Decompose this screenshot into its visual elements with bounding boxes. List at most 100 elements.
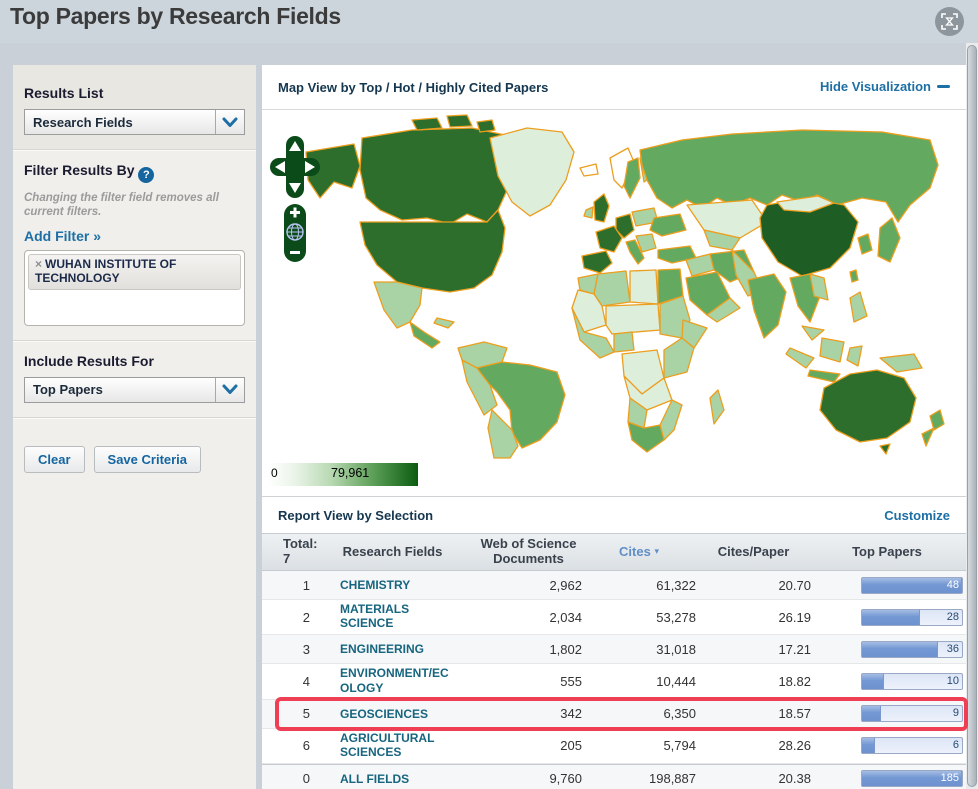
- map-country[interactable]: [659, 399, 683, 441]
- map-country[interactable]: [409, 321, 441, 349]
- map-country[interactable]: [629, 269, 659, 305]
- map-country[interactable]: [819, 337, 845, 363]
- column-header-wos-documents: Web of Science Documents: [480, 536, 577, 566]
- map-country[interactable]: [489, 127, 575, 217]
- criteria-buttons-section: Clear Save Criteria: [13, 416, 256, 487]
- cites-per-paper-cell: 18.57: [778, 706, 811, 722]
- cites-per-paper-cell: 28.26: [778, 738, 811, 754]
- zoom-in-icon[interactable]: [293, 207, 297, 218]
- map-country[interactable]: [627, 421, 665, 453]
- map-country[interactable]: [649, 213, 687, 237]
- map-country[interactable]: [807, 369, 841, 383]
- wos-documents-cell: 2,962: [549, 577, 582, 593]
- top-papers-value: 10: [946, 675, 959, 688]
- top-papers-bar[interactable]: 10: [861, 673, 963, 691]
- map-country[interactable]: [849, 291, 868, 323]
- filter-tag[interactable]: × WUHAN INSTITUTE OF TECHNOLOGY: [28, 253, 241, 291]
- top-papers-bar-fill: [862, 674, 884, 690]
- map-country[interactable]: [359, 209, 506, 293]
- map-country[interactable]: [846, 345, 863, 367]
- top-papers-bar[interactable]: 48: [861, 576, 963, 594]
- top-papers-bar[interactable]: 36: [861, 640, 963, 658]
- wos-documents-cell: 555: [560, 674, 582, 690]
- map-country[interactable]: [857, 233, 873, 255]
- map-country[interactable]: [433, 317, 455, 329]
- map-country[interactable]: [686, 199, 768, 239]
- research-field-link[interactable]: ENGINEERING: [340, 642, 424, 656]
- map-country[interactable]: [593, 193, 610, 223]
- page-scrollbar[interactable]: [966, 43, 978, 789]
- fit-to-screen-button[interactable]: [935, 7, 964, 36]
- wos-documents-cell: 1,802: [549, 641, 582, 657]
- top-papers-value: 185: [940, 772, 959, 785]
- map-country[interactable]: [373, 281, 423, 329]
- map-country[interactable]: [613, 331, 635, 353]
- top-papers-bar[interactable]: 6: [861, 737, 963, 755]
- map-country[interactable]: [411, 117, 443, 131]
- research-field-link[interactable]: ENVIRONMENT/ECOLOGY: [340, 666, 452, 695]
- map-country[interactable]: [879, 353, 923, 373]
- hide-visualization-link[interactable]: Hide Visualization: [820, 79, 931, 94]
- rank-cell: 1: [302, 577, 310, 593]
- map-country[interactable]: [747, 273, 787, 339]
- include-results-selected: Top Papers: [33, 382, 103, 398]
- map-country[interactable]: [709, 389, 725, 425]
- map-country[interactable]: [446, 114, 473, 128]
- research-field-link[interactable]: GEOSCIENCES: [340, 707, 428, 721]
- minus-icon[interactable]: [937, 85, 950, 88]
- filter-results-label-text: Filter Results By: [24, 162, 135, 178]
- scrollbar-thumb[interactable]: [967, 45, 977, 787]
- chevron-down-icon[interactable]: [215, 377, 244, 402]
- map-country[interactable]: [581, 250, 613, 274]
- top-papers-bar-fill: [862, 609, 920, 625]
- remove-filter-icon[interactable]: ×: [35, 257, 42, 271]
- help-icon[interactable]: ?: [138, 167, 155, 183]
- research-field-link[interactable]: ALL FIELDS: [340, 772, 409, 786]
- zoom-out-icon[interactable]: [290, 251, 300, 254]
- map-country[interactable]: [877, 217, 901, 263]
- filter-results-label: Filter Results By ?: [24, 162, 245, 183]
- sort-desc-icon: ▾: [654, 545, 659, 556]
- top-papers-bar[interactable]: 28: [861, 608, 963, 626]
- cites-cell: 5,794: [663, 738, 696, 754]
- map-country[interactable]: [801, 325, 825, 341]
- map-country[interactable]: [579, 163, 599, 177]
- top-papers-bar-fill: [862, 706, 881, 722]
- cites-cell: 61,322: [656, 577, 696, 593]
- add-filter-link[interactable]: Add Filter »: [24, 228, 101, 244]
- map-color-scale: 0 79,961: [268, 463, 418, 486]
- table-row: 3 ENGINEERING 1,802 31,018 17.21 36: [262, 635, 966, 665]
- top-papers-bar[interactable]: 9: [861, 705, 963, 723]
- table-body: 1 CHEMISTRY 2,962 61,322 20.70 48 2 MATE…: [262, 571, 968, 789]
- table-row: 1 CHEMISTRY 2,962 61,322 20.70 48: [262, 571, 966, 600]
- cites-per-paper-cell: 18.82: [778, 674, 811, 690]
- top-papers-bar[interactable]: 185: [861, 770, 963, 788]
- research-field-link[interactable]: CHEMISTRY: [340, 578, 410, 592]
- include-results-section: Include Results For Top Papers: [13, 339, 256, 417]
- clear-button[interactable]: Clear: [24, 445, 85, 473]
- map-country[interactable]: [929, 409, 945, 431]
- map-country[interactable]: [583, 206, 594, 219]
- map-country[interactable]: [849, 269, 859, 283]
- map-country[interactable]: [605, 303, 661, 335]
- map-country[interactable]: [785, 347, 815, 369]
- column-header-research-fields: Research Fields: [342, 543, 443, 559]
- map-country[interactable]: [879, 443, 891, 455]
- save-criteria-button[interactable]: Save Criteria: [93, 445, 202, 473]
- column-header-top-papers: Top Papers: [852, 543, 922, 559]
- map-country[interactable]: [593, 270, 631, 307]
- map-country[interactable]: [921, 427, 935, 447]
- map-view-title: Map View by Top / Hot / Highly Cited Pap…: [278, 79, 549, 95]
- top-papers-value: 48: [946, 578, 959, 591]
- research-field-link[interactable]: MATERIALS SCIENCE: [340, 602, 452, 631]
- customize-link[interactable]: Customize: [884, 508, 950, 523]
- map-country[interactable]: [663, 337, 695, 379]
- research-field-link[interactable]: AGRICULTURAL SCIENCES: [340, 731, 452, 760]
- map-country[interactable]: [476, 119, 496, 133]
- include-results-dropdown[interactable]: Top Papers: [24, 376, 245, 403]
- results-list-dropdown[interactable]: Research Fields: [24, 109, 245, 135]
- column-header-cites-sort[interactable]: Cites ▾: [582, 544, 696, 560]
- rank-cell: 2: [302, 609, 310, 625]
- top-papers-value: 6: [952, 739, 959, 752]
- chevron-down-icon[interactable]: [215, 110, 244, 134]
